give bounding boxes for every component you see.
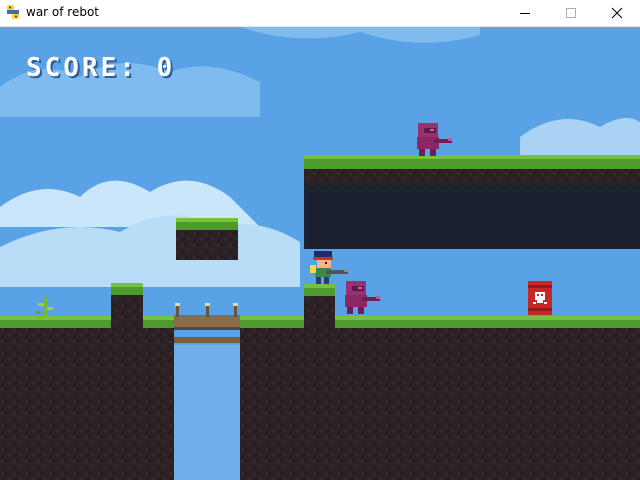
plant-sprout-icon [34, 293, 58, 321]
game-canvas[interactable]: SCORE: 0 [0, 27, 640, 480]
close-icon [611, 7, 623, 19]
minimize-button[interactable] [502, 0, 548, 26]
upper-platform [304, 155, 640, 249]
window-titlebar: war of rebot [0, 0, 640, 27]
floating-block [176, 218, 238, 260]
enemy-robot-icon [342, 281, 382, 319]
score-display: SCORE: 0 [26, 53, 176, 83]
skull-barrel-icon [527, 281, 553, 319]
minimize-icon [520, 13, 530, 14]
ground-right [240, 284, 640, 480]
close-button[interactable] [594, 0, 640, 26]
maximize-button[interactable] [548, 0, 594, 26]
maximize-icon [566, 8, 576, 18]
enemy-robot-icon [414, 123, 454, 161]
ground-left [0, 283, 174, 480]
window-title: war of rebot [26, 5, 100, 19]
python-icon [5, 4, 21, 20]
wooden-bridge [174, 303, 240, 343]
